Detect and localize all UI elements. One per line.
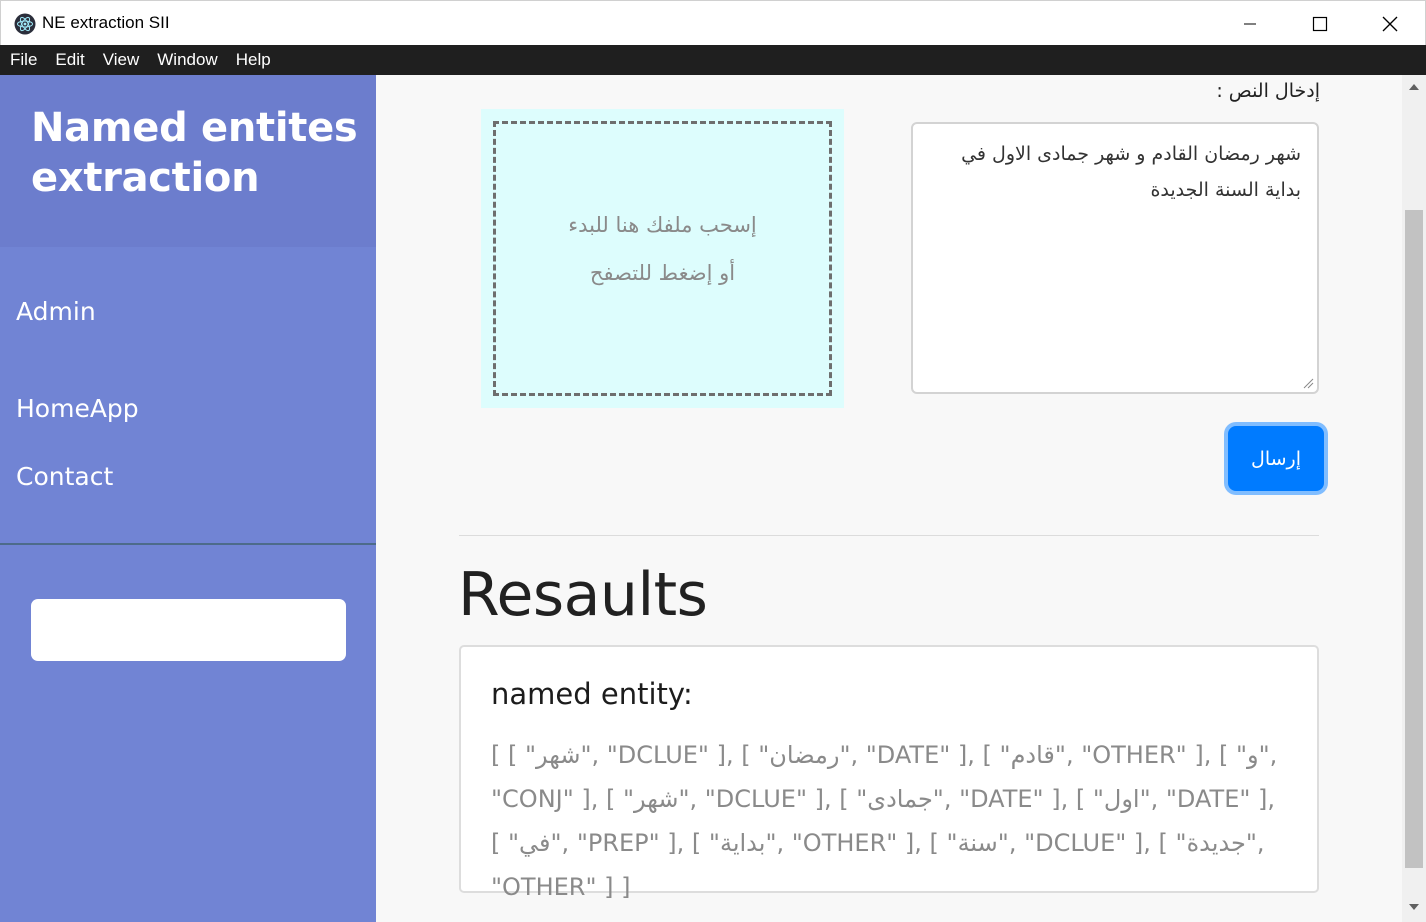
window-title: NE extraction SII [42, 13, 170, 32]
file-dropzone[interactable]: إسحب ملفك هنا للبدء أو إضغط للتصفح [481, 109, 844, 408]
menu-help[interactable]: Help [228, 50, 279, 70]
scroll-down-arrow-icon[interactable] [1409, 904, 1419, 910]
results-card: named entity: [ [ "شهر", "DCLUE" ], [ "ر… [459, 645, 1319, 901]
entity-output: [ [ "شهر", "DCLUE" ], [ "رمضان", "DATE" … [491, 741, 1278, 901]
maximize-button[interactable] [1285, 1, 1355, 46]
sidebar-search-input[interactable] [31, 599, 346, 661]
text-input-label: إدخال النص : [1216, 80, 1320, 102]
dropzone-browse-text: أو إضغط للتصفح [589, 260, 736, 285]
maximize-icon [1312, 16, 1328, 31]
menu-bar: File Edit View Window Help [0, 45, 1426, 75]
menu-window[interactable]: Window [149, 50, 225, 70]
sidebar-divider [0, 543, 376, 545]
title-bar: NE extraction SII [0, 0, 1426, 45]
minimize-button[interactable] [1215, 1, 1285, 46]
sidebar-item-contact[interactable]: Contact [16, 462, 113, 491]
sidebar-brand: Named entites extraction [31, 105, 358, 201]
sidebar: Named entites extraction Admin HomeApp C… [0, 75, 376, 922]
electron-app-icon [14, 13, 36, 35]
close-icon [1382, 16, 1398, 31]
menu-view[interactable]: View [95, 50, 148, 70]
sidebar-header: Named entites extraction [0, 75, 376, 247]
card-heading: named entity: [491, 677, 693, 711]
sidebar-item-admin[interactable]: Admin [16, 297, 96, 326]
menu-file[interactable]: File [2, 50, 45, 70]
resize-grip-icon[interactable] [1302, 377, 1314, 389]
content-divider [459, 535, 1319, 536]
close-button[interactable] [1355, 1, 1425, 46]
submit-button[interactable]: إرسال [1228, 426, 1324, 491]
sidebar-item-homeapp[interactable]: HomeApp [16, 394, 139, 423]
results-title: Resaults [458, 560, 708, 630]
menu-edit[interactable]: Edit [47, 50, 92, 70]
dropzone-border[interactable]: إسحب ملفك هنا للبدء أو إضغط للتصفح [493, 121, 832, 396]
text-input-value: شهر رمضان القادم و شهر جمادى الاول في بد… [961, 143, 1301, 201]
vertical-scrollbar[interactable] [1402, 75, 1426, 922]
minimize-icon [1244, 23, 1256, 24]
scroll-thumb[interactable] [1405, 210, 1423, 868]
dropzone-drag-text: إسحب ملفك هنا للبدء [568, 212, 757, 237]
text-input-area[interactable]: شهر رمضان القادم و شهر جمادى الاول في بد… [911, 122, 1319, 394]
scroll-up-arrow-icon[interactable] [1409, 84, 1419, 90]
